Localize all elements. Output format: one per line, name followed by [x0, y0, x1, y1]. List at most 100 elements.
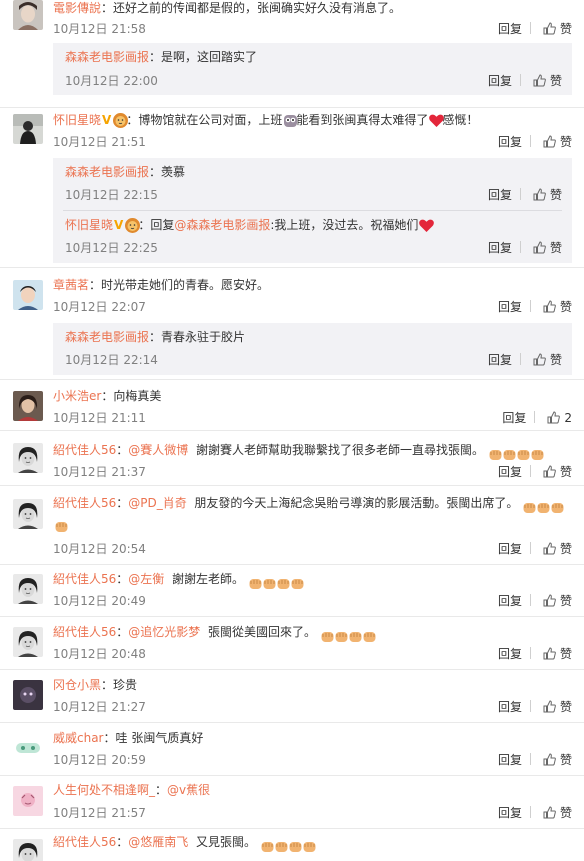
like-button[interactable]: 赞	[543, 133, 572, 151]
avatar-boy-icon[interactable]	[13, 280, 43, 310]
like-button[interactable]: 赞	[543, 298, 572, 316]
avatar-cartoon-icon[interactable]	[13, 733, 43, 763]
reply-item: 森森老电影画报：是啊，这回踏实了 10月12日 22:00 回复 赞	[53, 43, 572, 95]
comment-username[interactable]: 電影傳說	[53, 1, 101, 15]
reply-username[interactable]: 森森老电影画报	[65, 330, 149, 344]
comment-time: 10月12日 20:48	[53, 647, 146, 661]
reply-button[interactable]: 回复	[502, 409, 526, 427]
reply-button[interactable]: 回复	[498, 592, 522, 610]
emoji-group	[487, 444, 544, 460]
like-button[interactable]: 赞	[543, 20, 572, 38]
like-label: 赞	[559, 647, 572, 661]
like-button[interactable]: 赞	[543, 592, 572, 610]
reply-button[interactable]: 回复	[488, 351, 512, 369]
reply-button[interactable]: 回复	[498, 463, 522, 481]
reply-username[interactable]: 森森老电影画报	[65, 50, 149, 64]
comment-line: 冈仓小黑：珍贵	[53, 678, 138, 692]
reply-text: :我上班，没过去。祝福她们	[270, 218, 419, 232]
comment-mention[interactable]: @追忆光影梦	[128, 625, 200, 639]
avatar-vintage-portrait-icon[interactable]	[13, 627, 43, 657]
comment-username[interactable]: 冈仓小黑	[53, 678, 101, 692]
comment-actions: 回复 赞	[498, 298, 572, 316]
reply-time: 10月12日 22:14	[65, 353, 158, 367]
reply-button[interactable]: 回复	[498, 804, 522, 822]
reply-button[interactable]: 回复	[488, 186, 512, 204]
reply-button[interactable]: 回复	[488, 72, 512, 90]
reply-username[interactable]: 怀旧星晓	[65, 218, 113, 232]
reply-button[interactable]: 回复	[498, 751, 522, 769]
comment-mention[interactable]: @v蕉很	[167, 783, 210, 797]
comment-username[interactable]: 人生何处不相逢啊_	[53, 783, 155, 797]
action-divider	[529, 22, 531, 34]
comment-username[interactable]: 紹代佳人56	[53, 835, 116, 849]
comment-mention[interactable]: @賽人微博	[128, 443, 188, 457]
reply-button[interactable]: 回复	[498, 20, 522, 38]
avatar-pink-icon[interactable]	[13, 786, 43, 816]
comment-line: 威威char：哇 张闽气质真好	[53, 731, 204, 745]
verified-v-icon: V	[102, 113, 112, 127]
like-button[interactable]: 赞	[543, 804, 572, 822]
comment-mention[interactable]: @左衡	[128, 572, 164, 586]
comment-item: 電影傳說：还好之前的传闻都是假的，张闽确实好久没有消息了。 10月12日 21:…	[0, 0, 584, 108]
thumbs-up-icon	[533, 74, 546, 87]
comment-username[interactable]: 怀旧星晓	[53, 113, 101, 127]
like-button[interactable]: 2	[547, 409, 572, 427]
thumbs-up-icon	[543, 806, 556, 819]
reply-button[interactable]: 回复	[498, 298, 522, 316]
like-label: 赞	[559, 465, 572, 479]
like-button[interactable]: 赞	[543, 540, 572, 558]
reply-item: 森森老电影画报：羡慕 10月12日 22:15 回复 赞	[53, 158, 572, 210]
avatar-vintage-portrait-icon[interactable]	[13, 499, 43, 529]
comment-username[interactable]: 章茜茗	[53, 278, 89, 292]
thumbs-up-icon	[543, 542, 556, 555]
like-button[interactable]: 赞	[533, 72, 562, 90]
thumbs-up-icon	[533, 241, 546, 254]
reply-button[interactable]: 回复	[498, 133, 522, 151]
like-button[interactable]: 赞	[543, 463, 572, 481]
comment-text: 博物馆就在公司对面，上班	[138, 113, 283, 127]
avatar-dark-icon[interactable]	[13, 680, 43, 710]
reply-button[interactable]: 回复	[498, 645, 522, 663]
comment-username[interactable]: 紹代佳人56	[53, 496, 116, 510]
reply-button[interactable]: 回复	[498, 698, 522, 716]
avatar-vintage-portrait-icon[interactable]	[13, 443, 43, 473]
reply-button[interactable]: 回复	[498, 540, 522, 558]
reply-actions: 回复 赞	[488, 351, 562, 369]
avatar-woman-portrait-icon[interactable]	[13, 391, 43, 421]
avatar-silhouette-icon[interactable]	[13, 114, 43, 144]
comment-username[interactable]: 威威char	[53, 731, 104, 745]
like-button[interactable]: 赞	[543, 645, 572, 663]
reply-username[interactable]: 森森老电影画报	[65, 165, 149, 179]
comment-item: 紹代佳人56：@左衡 謝謝左老師。 10月12日 20:49 回复 赞	[0, 565, 584, 617]
reply-button[interactable]: 回复	[488, 239, 512, 257]
like-button[interactable]: 赞	[533, 351, 562, 369]
avatar-vintage-portrait-icon[interactable]	[13, 839, 43, 861]
like-button[interactable]: 赞	[543, 698, 572, 716]
comment-text: 向梅真美	[113, 389, 162, 403]
comment-line: 章茜茗：时光带走她们的青春。愿安好。	[53, 278, 270, 292]
like-button[interactable]: 赞	[533, 186, 562, 204]
like-button[interactable]: 赞	[543, 751, 572, 769]
comment-line: 怀旧星晓V ：博物馆就在公司对面，上班 能看到张闽真得太难得了 感慨！	[53, 110, 570, 130]
emoji-group	[521, 497, 564, 513]
action-divider	[519, 188, 521, 200]
comment-mention[interactable]: @悠雁南飞	[128, 835, 188, 849]
comment-mention[interactable]: @PD_肖奇	[128, 496, 186, 510]
comment-text: 朋友發的今天上海紀念吳貽弓導演的影展活動。張閩出席了。	[194, 496, 519, 510]
action-divider	[529, 300, 531, 312]
fist-emoji-icon	[289, 575, 306, 589]
avatar-woman-icon[interactable]	[13, 0, 43, 30]
thumbs-up-icon	[543, 700, 556, 713]
comment-username[interactable]: 紹代佳人56	[53, 572, 116, 586]
emoji-group	[319, 626, 376, 642]
like-button[interactable]: 赞	[533, 239, 562, 257]
comment-item: 冈仓小黑：珍贵 10月12日 21:27 回复 赞	[0, 670, 584, 723]
reply-line: 森森老电影画报：是啊，这回踏实了	[65, 50, 258, 64]
fist-emoji-icon	[301, 838, 318, 852]
avatar-vintage-portrait-icon[interactable]	[13, 574, 43, 604]
reply-mention[interactable]: @森森老电影画报	[174, 218, 270, 232]
like-label: 赞	[549, 74, 562, 88]
comment-username[interactable]: 紹代佳人56	[53, 625, 116, 639]
comment-username[interactable]: 小米浩er	[53, 389, 101, 403]
comment-username[interactable]: 紹代佳人56	[53, 443, 116, 457]
